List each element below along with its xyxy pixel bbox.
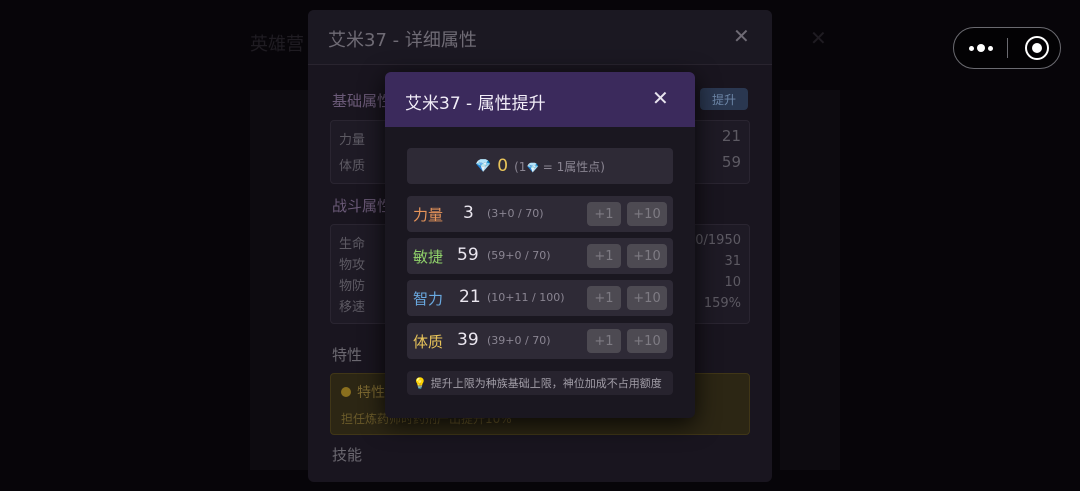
plus-ten-button[interactable]: +10 — [627, 244, 667, 268]
basic-section-title: 基础属性 — [332, 92, 393, 110]
gem-rate: (1💎 = 1属性点) — [514, 158, 605, 175]
modal-title: 艾米37 - 属性提升 — [405, 94, 546, 114]
tip-text: 提升上限为种族基础上限，神位加成不占用额度 — [430, 377, 662, 390]
attribute-row-constitution: 体质 39 (39+0 / 70) +1 +10 — [407, 323, 673, 359]
attribute-row-agility: 敏捷 59 (59+0 / 70) +1 +10 — [407, 238, 673, 274]
attribute-detail: (59+0 / 70) — [487, 249, 551, 262]
attribute-name: 体质 — [413, 333, 444, 351]
plus-one-button[interactable]: +1 — [587, 202, 621, 226]
gem-rate-prefix: (1 — [514, 159, 527, 174]
trait-name: 特性 — [357, 385, 385, 401]
detail-header: 艾米37 - 详细属性 ✕ — [308, 10, 772, 65]
attribute-detail: (39+0 / 70) — [487, 334, 551, 347]
background-close-icon: ✕ — [810, 26, 827, 50]
gem-balance: 💎 0 (1💎 = 1属性点) — [407, 148, 673, 184]
background-panel-right — [780, 90, 840, 470]
attribute-value: 21 — [459, 287, 481, 307]
attribute-value: 39 — [457, 330, 479, 350]
gem-icon: 💎 — [475, 158, 492, 174]
basic-row-label: 体质 — [339, 159, 366, 174]
attribute-value: 3 — [463, 203, 474, 223]
gem-rate-suffix: = 1属性点) — [538, 159, 605, 174]
detail-close-icon[interactable]: ✕ — [733, 24, 750, 48]
modal-header: 艾米37 - 属性提升 ✕ — [385, 72, 695, 127]
plus-ten-button[interactable]: +10 — [627, 329, 667, 353]
attribute-detail: (3+0 / 70) — [487, 207, 544, 220]
background-title: 英雄营 — [250, 34, 304, 55]
plus-one-button[interactable]: +1 — [587, 329, 621, 353]
attribute-detail: (10+11 / 100) — [487, 291, 565, 304]
battle-row-label: 物攻 — [339, 258, 366, 273]
plus-one-button[interactable]: +1 — [587, 286, 621, 310]
battle-row-value: 10 — [724, 275, 741, 290]
trait-dot-icon — [341, 387, 351, 397]
more-dots-icon[interactable] — [954, 28, 1008, 68]
attribute-name: 敏捷 — [413, 248, 444, 266]
attribute-boost-modal: 艾米37 - 属性提升 ✕ 💎 0 (1💎 = 1属性点) 力量 3 (3+0 … — [385, 72, 695, 418]
basic-row-label: 力量 — [339, 133, 366, 148]
tip-bar: 💡 提升上限为种族基础上限，神位加成不占用额度 — [407, 371, 673, 395]
plus-ten-button[interactable]: +10 — [627, 202, 667, 226]
lightbulb-icon: 💡 — [413, 376, 427, 390]
plus-one-button[interactable]: +1 — [587, 244, 621, 268]
attribute-name: 智力 — [413, 290, 444, 308]
gem-small-icon: 💎 — [526, 162, 539, 174]
battle-section-title: 战斗属性 — [332, 197, 393, 215]
trait-section-title: 特性 — [332, 346, 363, 364]
plus-ten-button[interactable]: +10 — [627, 286, 667, 310]
battle-row-label: 生命 — [339, 237, 366, 252]
detail-title: 艾米37 - 详细属性 — [328, 30, 477, 51]
battle-row-value: 31 — [724, 254, 741, 269]
capsule-divider — [1007, 38, 1008, 58]
attribute-name: 力量 — [413, 206, 444, 224]
mini-program-capsule — [953, 27, 1061, 69]
background-panel-left — [250, 90, 310, 470]
target-close-icon[interactable] — [1025, 36, 1049, 60]
boost-button[interactable]: 提升 — [700, 88, 748, 110]
attribute-row-strength: 力量 3 (3+0 / 70) +1 +10 — [407, 196, 673, 232]
battle-row-value: 159% — [703, 296, 741, 311]
basic-row-value: 59 — [721, 153, 741, 171]
battle-row-label: 移速 — [339, 300, 366, 315]
attribute-row-intelligence: 智力 21 (10+11 / 100) +1 +10 — [407, 280, 673, 316]
attribute-value: 59 — [457, 245, 479, 265]
basic-row-value: 21 — [721, 127, 741, 145]
skill-section-title: 技能 — [332, 446, 363, 464]
close-icon[interactable]: ✕ — [652, 86, 669, 110]
gem-count: 0 — [497, 156, 509, 176]
battle-row-label: 物防 — [339, 279, 366, 294]
